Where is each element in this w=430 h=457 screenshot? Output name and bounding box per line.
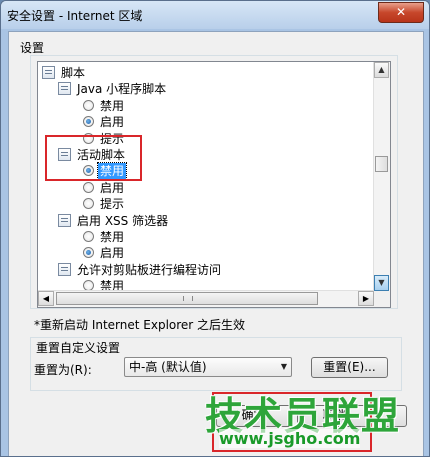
- reset-button[interactable]: 重置(E)...: [311, 357, 388, 378]
- settings-tree[interactable]: 脚本 Java 小程序脚本 禁用 启用 提示 活动脚本 禁用 启用 提示 启用 XSS 筛选器 禁用…: [37, 61, 391, 308]
- reset-level-value: 中-高 (默认值): [129, 360, 207, 374]
- tree-row-label: 启用: [100, 180, 125, 195]
- tree-radio-option[interactable]: 提示: [38, 196, 368, 212]
- close-button[interactable]: ✕: [378, 2, 424, 23]
- reset-to-label: 重置为(R):: [34, 363, 92, 377]
- window-title: 安全设置 - Internet 区域: [7, 9, 143, 23]
- tree-radio-option[interactable]: 禁用: [38, 229, 368, 245]
- tree-radio-option[interactable]: 启用: [38, 180, 368, 196]
- scroll-down-icon[interactable]: ▼: [374, 275, 389, 291]
- scroll-corner: [374, 291, 390, 307]
- vertical-scrollbar[interactable]: ▲ ▼: [373, 62, 390, 291]
- scroll-up-icon[interactable]: ▲: [374, 62, 389, 78]
- tree-setting: Java 小程序脚本: [38, 81, 368, 97]
- horizontal-scroll-thumb[interactable]: [56, 292, 318, 305]
- radio-checked-icon[interactable]: [83, 247, 94, 259]
- reset-level-select[interactable]: 中-高 (默认值) ▼: [124, 357, 292, 377]
- radio-checked-icon[interactable]: [83, 116, 94, 128]
- horizontal-scrollbar[interactable]: ◀ ▶: [38, 290, 374, 307]
- help-button[interactable]: ?: [381, 405, 407, 427]
- tree-radio-option[interactable]: 启用: [38, 245, 368, 261]
- tree-row-label: 禁用: [100, 230, 125, 244]
- tree-setting: 启用 XSS 筛选器: [38, 213, 368, 229]
- tree-row-label: 启用: [100, 246, 125, 261]
- settings-node-icon: [58, 262, 71, 276]
- highlight-box-ok: [212, 392, 372, 452]
- chevron-down-icon: ▼: [280, 362, 287, 371]
- tree-row-label: 启用 XSS 筛选器: [77, 213, 169, 228]
- tree-radio-option[interactable]: 启用: [38, 114, 368, 130]
- radio-unchecked-icon[interactable]: [83, 99, 94, 111]
- tree-row-label: Java 小程序脚本: [77, 82, 167, 97]
- tree-row-label: 脚本: [61, 66, 86, 80]
- tree-row-label: 启用: [100, 115, 125, 130]
- settings-node-icon: [58, 213, 71, 227]
- radio-unchecked-icon[interactable]: [83, 198, 94, 210]
- restart-note: *重新启动 Internet Explorer 之后生效: [34, 318, 246, 332]
- vertical-scroll-thumb[interactable]: [375, 156, 388, 172]
- radio-unchecked-icon[interactable]: [83, 231, 94, 242]
- tree-row-label: 允许对剪贴板进行编程访问: [77, 262, 222, 277]
- settings-group-label: 设置: [20, 41, 45, 55]
- reset-group-title: 重置自定义设置: [34, 339, 123, 356]
- scroll-right-icon[interactable]: ▶: [358, 291, 374, 306]
- tree-category: 脚本: [38, 65, 368, 81]
- scroll-left-icon[interactable]: ◀: [38, 291, 54, 306]
- highlight-box-active-scripting: [45, 135, 142, 181]
- tree-row-label: 提示: [100, 197, 125, 212]
- settings-node-icon: [58, 82, 71, 96]
- settings-node-icon: [42, 66, 55, 79]
- title-bar[interactable]: 安全设置 - Internet 区域 ✕: [1, 1, 429, 29]
- tree-setting: 允许对剪贴板进行编程访问: [38, 262, 368, 278]
- tree-row-label: 禁用: [100, 98, 125, 113]
- radio-unchecked-icon[interactable]: [83, 181, 94, 193]
- tree-radio-option[interactable]: 禁用: [38, 98, 368, 114]
